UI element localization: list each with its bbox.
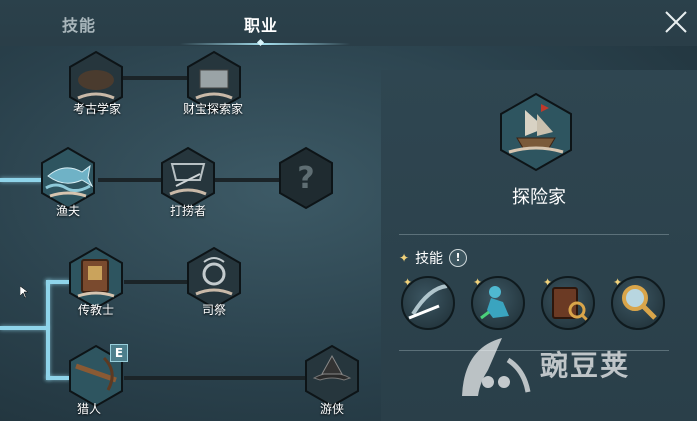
skill-slot-4[interactable] (611, 276, 665, 330)
badge-equipped: E (110, 344, 128, 362)
skills-heading-label: 技能 (415, 251, 444, 267)
divider (399, 234, 669, 235)
book-magnifier-icon (552, 287, 589, 322)
connector-missionary-priest (124, 280, 188, 284)
label-priest: 司祭 (201, 303, 226, 317)
label-fisherman: 渔夫 (55, 204, 80, 218)
label-treasure-hunter: 财宝探索家 (182, 102, 243, 116)
svg-text:?: ? (297, 161, 314, 196)
close-icon[interactable] (662, 8, 690, 36)
node-salvager[interactable] (156, 146, 220, 210)
skill-slot-1[interactable] (401, 276, 455, 330)
fish-icon (41, 146, 95, 210)
mouse-cursor-icon (20, 286, 28, 298)
skill-slot-3[interactable] (541, 276, 595, 330)
magnifying-glass-icon (622, 285, 657, 320)
tab-skills[interactable]: 技能 (62, 12, 96, 36)
career-detail-panel: 探险家 ✦ 技能 ! ✦ ✦ ✦ ✦ (381, 70, 697, 421)
connector-vertical (46, 280, 50, 380)
sparkle-icon: ✦ (399, 251, 410, 265)
skill-slot-2[interactable] (471, 276, 525, 330)
top-bar: 技能 职业 (0, 0, 697, 47)
node-fisherman[interactable] (36, 146, 100, 210)
node-ranger[interactable] (300, 344, 364, 408)
label-missionary: 传教士 (77, 303, 114, 317)
label-salvager: 打捞者 (169, 204, 206, 218)
figure-kneeling-icon (480, 286, 509, 320)
label-ranger: 游侠 (319, 402, 344, 416)
net-icon (161, 146, 215, 210)
connector-fisherman-salvager (98, 178, 164, 182)
active-tab-indicator (180, 43, 350, 45)
label-archaeologist: 考古学家 (72, 102, 121, 116)
divider (399, 350, 669, 351)
sailing-ship-icon (497, 92, 575, 172)
connector-hunter-ranger (124, 376, 308, 380)
career-title: 探险家 (512, 187, 566, 208)
node-unknown[interactable]: ? (274, 146, 338, 210)
skills-heading: ✦ 技能 ! (399, 248, 468, 268)
label-hunter: 猎人 (76, 402, 101, 416)
connector-root (0, 326, 48, 330)
question-mark-icon: ? (279, 146, 333, 210)
sword-slash-icon (408, 284, 448, 320)
tab-career[interactable]: 职业 (244, 12, 278, 36)
info-button[interactable]: ! (449, 249, 468, 267)
hat-icon (305, 344, 359, 408)
